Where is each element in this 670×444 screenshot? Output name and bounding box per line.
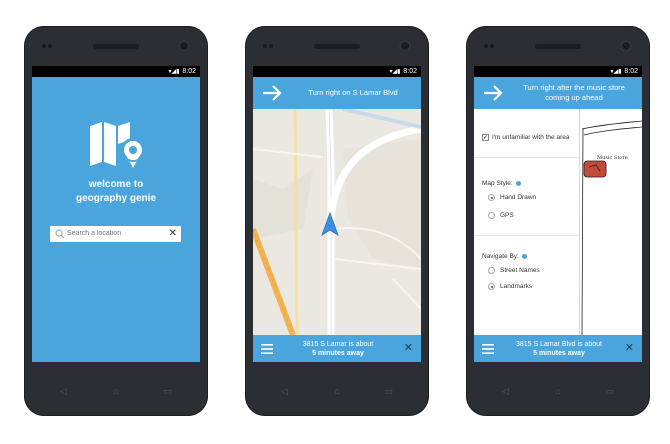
radio-hand-drawn[interactable] [488, 194, 495, 201]
sensor-dots [42, 44, 52, 48]
eta-time: 5 minutes away [533, 350, 585, 357]
sensor-dots [484, 44, 494, 48]
direction-text: Turn right after the music store coming … [523, 83, 625, 102]
camera [620, 40, 632, 52]
direction-text: Turn right on S Lamar Blvd [308, 88, 398, 97]
eta-destination: 3815 S Lamar is about [302, 341, 374, 348]
unfamiliar-label: I'm unfamiliar with the area [492, 134, 570, 141]
street-map[interactable] [253, 109, 421, 335]
hamburger-icon[interactable] [482, 344, 494, 354]
welcome-panel: welcome to geography genie ✕ [32, 77, 200, 362]
speaker [93, 44, 139, 49]
arrow-right-icon [263, 85, 282, 101]
landmarks-label: Landmarks [500, 283, 533, 290]
back-icon[interactable]: ◁ [281, 386, 288, 397]
close-icon[interactable]: ✕ [625, 342, 634, 354]
navigate-by-heading: Navigate By: [482, 253, 527, 260]
navigate-option-landmarks[interactable]: Landmarks [488, 283, 532, 290]
hamburger-icon[interactable] [261, 344, 273, 354]
hand-drawn-map[interactable]: Music Store [580, 109, 642, 335]
close-icon[interactable]: ✕ [169, 227, 177, 241]
back-icon[interactable]: ◁ [60, 386, 67, 397]
status-bar: ▾◢▮ 8:02 [32, 66, 200, 77]
music-store-label: Music Store [597, 155, 628, 161]
recent-apps-icon[interactable]: ▭ [384, 386, 393, 397]
direction-header: Turn right on S Lamar Blvd [253, 77, 421, 109]
status-time: 8:02 [182, 68, 196, 75]
status-bar: ▾◢▮ 8:02 [253, 66, 421, 77]
search-icon [55, 229, 65, 239]
system-nav-bar: ◁ ⌂ ▭ [245, 378, 429, 404]
radio-gps[interactable] [488, 212, 495, 219]
hand-drawn-label: Hand Drawn [500, 194, 537, 201]
screen-welcome: ▾◢▮ 8:02 welcome to geography genie Sear… [32, 66, 200, 362]
recent-apps-icon[interactable]: ▭ [163, 386, 172, 397]
navigate-by-label: Navigate By: [482, 253, 519, 260]
map-style-heading: Map Style: [482, 180, 521, 187]
screen-settings: ▾◢▮ 8:02 Turn right after the music store… [474, 66, 642, 362]
eta-text: 3815 S Lamar is about 5 minutes away [283, 340, 393, 358]
recent-apps-icon[interactable]: ▭ [605, 386, 614, 397]
status-bar: ▾◢▮ 8:02 [474, 66, 642, 77]
eta-time: 5 minutes away [312, 350, 364, 357]
screen-navigation: ▾◢▮ 8:02 Turn right on S Lamar Blvd 3815… [253, 66, 421, 362]
arrow-right-icon [484, 85, 503, 101]
welcome-title: welcome to geography genie [32, 178, 200, 206]
divider [474, 235, 579, 236]
navigate-option-street-names[interactable]: Street Names [488, 267, 540, 274]
map-pin-icon [90, 122, 144, 168]
speaker [314, 44, 360, 49]
map-canvas[interactable] [253, 109, 421, 335]
speaker [535, 44, 581, 49]
phone-navigation: ▾◢▮ 8:02 Turn right on S Lamar Blvd 3815… [245, 26, 429, 416]
divider [474, 157, 579, 158]
map-style-option-hand-drawn[interactable]: Hand Drawn [488, 194, 536, 201]
phone-welcome: ▾◢▮ 8:02 welcome to geography genie Sear… [24, 26, 208, 416]
camera [399, 40, 411, 52]
eta-destination: 3815 S Lamar Blvd is about [516, 341, 602, 348]
system-nav-bar: ◁ ⌂ ▭ [24, 378, 208, 404]
sketch-canvas: Music Store [581, 120, 642, 335]
direction-header: Turn right after the music store coming … [474, 77, 642, 109]
home-icon[interactable]: ⌂ [334, 386, 339, 396]
sensor-dots [263, 44, 273, 48]
back-icon[interactable]: ◁ [502, 386, 509, 397]
map-style-label: Map Style: [482, 180, 513, 187]
radio-street-names[interactable] [488, 267, 495, 274]
info-icon[interactable] [515, 181, 521, 186]
camera [178, 40, 190, 52]
info-icon[interactable] [521, 254, 527, 259]
status-time: 8:02 [624, 68, 638, 75]
street-names-label: Street Names [500, 267, 540, 274]
search-input[interactable] [67, 227, 163, 240]
phone-settings: ▾◢▮ 8:02 Turn right after the music store… [466, 26, 650, 416]
radio-landmarks[interactable] [488, 283, 495, 290]
eta-footer: 3815 S Lamar Blvd is about 5 minutes awa… [474, 335, 642, 362]
close-icon[interactable]: ✕ [404, 342, 413, 354]
system-nav-bar: ◁ ⌂ ▭ [466, 378, 650, 404]
search-bar[interactable]: ✕ [50, 226, 181, 242]
gps-label: GPS [500, 212, 514, 219]
home-icon[interactable]: ⌂ [555, 386, 560, 396]
unfamiliar-checkbox[interactable]: ✓ [482, 134, 489, 141]
settings-panel: ✓ I'm unfamiliar with the area Map Style… [474, 109, 580, 335]
welcome-title-line2: geography genie [75, 193, 156, 204]
home-icon[interactable]: ⌂ [113, 386, 118, 396]
eta-footer: 3815 S Lamar is about 5 minutes away ✕ [253, 335, 421, 362]
welcome-title-line1: welcome to [88, 179, 144, 190]
eta-text: 3815 S Lamar Blvd is about 5 minutes awa… [504, 340, 614, 358]
unfamiliar-checkbox-row[interactable]: ✓ I'm unfamiliar with the area [482, 134, 569, 141]
status-time: 8:02 [403, 68, 417, 75]
map-style-option-gps[interactable]: GPS [488, 212, 514, 219]
